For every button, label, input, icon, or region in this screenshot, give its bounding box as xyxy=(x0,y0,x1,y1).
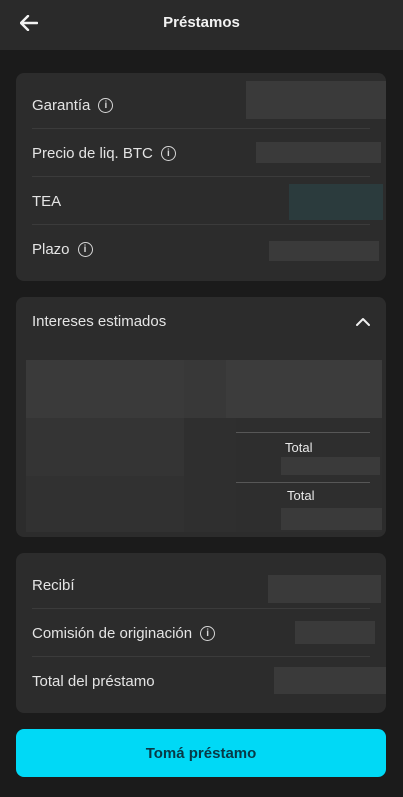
total-value xyxy=(281,508,382,530)
take-loan-button[interactable]: Tomá préstamo xyxy=(16,729,386,777)
loan-total-value xyxy=(274,667,386,694)
table-cell xyxy=(184,360,226,418)
table-cell xyxy=(26,418,184,476)
divider xyxy=(236,432,370,433)
origination-fee-value xyxy=(295,621,375,644)
total-label: Total xyxy=(287,488,315,503)
divider xyxy=(236,482,370,483)
tea-value xyxy=(289,184,383,220)
chevron-up-icon[interactable] xyxy=(354,313,372,331)
info-icon[interactable]: i xyxy=(77,241,93,257)
loan-summary-card: Garantía i Precio de liq. BTC i TEA Plaz… xyxy=(16,73,386,281)
guarantee-label: Garantía xyxy=(32,96,91,114)
page-title: Préstamos xyxy=(163,14,240,31)
table-cell xyxy=(26,476,184,532)
received-value xyxy=(268,575,381,603)
total-label: Total xyxy=(285,440,313,455)
loan-total-label: Total del préstamo xyxy=(32,672,155,690)
liquidation-price-label: Precio de liq. BTC xyxy=(32,144,153,162)
term-label: Plazo xyxy=(32,240,70,258)
origination-fee-label: Comisión de originación xyxy=(32,624,193,642)
table-cell xyxy=(226,360,382,418)
estimated-interest-title: Intereses estimados xyxy=(32,313,167,330)
table-cell xyxy=(184,418,236,532)
table-cell xyxy=(26,360,184,418)
guarantee-value xyxy=(246,81,386,119)
tea-label: TEA xyxy=(32,192,62,210)
interest-table xyxy=(26,360,382,532)
info-icon[interactable]: i xyxy=(200,625,216,641)
liquidation-price-value xyxy=(256,142,381,163)
term-value xyxy=(269,241,379,261)
total-value xyxy=(281,457,380,475)
loan-breakdown-card: Recibí Comisión de originación i Total d… xyxy=(16,553,386,713)
app-header: Préstamos xyxy=(0,0,403,50)
info-icon[interactable]: i xyxy=(160,145,176,161)
estimated-interest-card: Intereses estimados Total Total xyxy=(16,297,386,537)
info-icon[interactable]: i xyxy=(98,97,114,113)
received-label: Recibí xyxy=(32,576,75,594)
